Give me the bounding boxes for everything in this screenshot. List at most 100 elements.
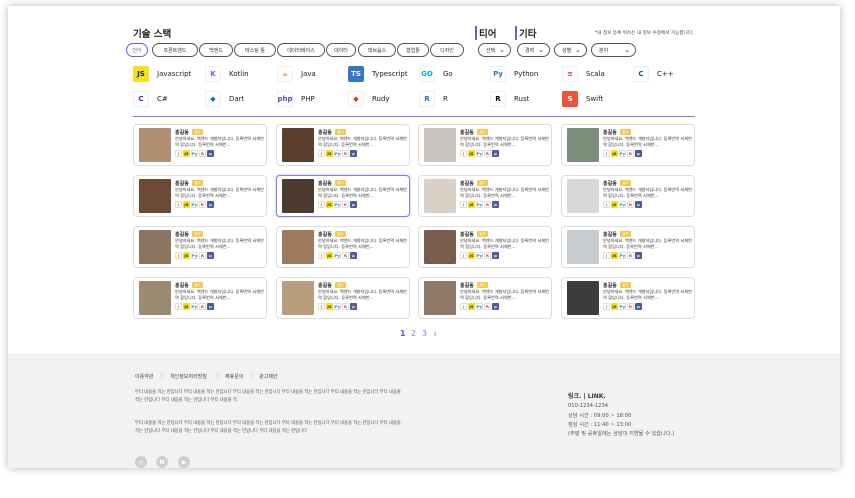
skill-icon: JS <box>468 201 475 208</box>
naver-icon[interactable]: N <box>156 456 168 468</box>
notice-text: *내 정보 등록 뒤쓰는 내 정보 수정에서 가능합니다. <box>595 31 694 36</box>
profile-card[interactable]: 홍길동 골드 안녕하세요. 백엔드 개발자입니다. 등록번역 서체번역 합입니다. … <box>418 277 552 319</box>
profile-card[interactable]: 홍길동 골드 안녕하세요. 백엔드 개발자입니다. 등록번역 서체번역 합입니다. … <box>561 175 695 217</box>
profile-card[interactable]: 홍길동 골드 안녕하세요. 백엔드 개발자입니다. 등록번역 서체번역 합입니다. … <box>276 277 410 319</box>
skill-icons: J JS Py Rp <box>175 201 215 208</box>
profile-card[interactable]: 홍길동 골드 안녕하세요. 백엔드 개발자입니다. 등록번역 서체번역 합입니다. … <box>276 124 410 166</box>
category-tab[interactable]: 백엔드 <box>199 43 233 57</box>
go-icon: GO <box>419 66 435 82</box>
skill-icon: R <box>342 252 349 259</box>
profile-name: 홍길동 <box>318 181 332 187</box>
skill-icon: J <box>175 252 182 259</box>
field-select[interactable]: 분야 ⌄ <box>591 43 636 57</box>
tech-stack-title: 기술 스택 <box>133 29 172 40</box>
skill-icon: J <box>175 201 182 208</box>
profile-name: 홍길동 <box>603 181 617 187</box>
skill-icon: R <box>484 303 491 310</box>
profile-photo <box>282 179 314 213</box>
skill-icon: Py <box>334 252 341 259</box>
tier-badge: 골드 <box>335 231 346 237</box>
category-tab[interactable]: 데브옵스 <box>358 43 396 57</box>
skill-icon: Py <box>476 303 483 310</box>
footer-phone: 010-1234-1234 <box>568 403 609 409</box>
footer-link-privacy[interactable]: 개인정보처리방침 <box>170 373 207 380</box>
footer-link-partnership[interactable]: 제휴문의 <box>225 373 243 380</box>
profile-card[interactable]: 홍길동 골드 안녕하세요. 백엔드 개발자입니다. 등록번역 서체번역 합입니다. … <box>276 226 410 268</box>
profile-card[interactable]: 홍길동 골드 안녕하세요. 백엔드 개발자입니다. 등록번역 서체번역 합입니다. … <box>276 175 410 217</box>
profile-description: 안녕하세요. 백엔드 개발자입니다. 등록번역 서체번역 합입니다. 등록번역 … <box>318 238 407 249</box>
profile-card[interactable]: 홍길동 골드 안녕하세요. 백엔드 개발자입니다. 등록번역 서체번역 합입니다. … <box>133 226 267 268</box>
profile-description: 안녕하세요. 백엔드 개발자입니다. 등록번역 서체번역 합입니다. 등록번역 … <box>603 238 692 249</box>
skill-icon: Py <box>619 252 626 259</box>
skill-icon: R <box>627 201 634 208</box>
language-option[interactable]: ◆ Dart <box>205 90 244 108</box>
category-tab[interactable]: 언어 <box>126 43 148 57</box>
profile-card[interactable]: 홍길동 골드 안녕하세요. 백엔드 개발자입니다. 등록번역 서체번역 합입니다. … <box>418 175 552 217</box>
language-option[interactable]: ☕ Java <box>277 65 316 83</box>
page-2[interactable]: 2 <box>411 329 416 338</box>
profile-card[interactable]: 홍길동 골드 안녕하세요. 백엔드 개발자입니다. 등록번역 서체번역 합입니다. … <box>418 226 552 268</box>
category-tab[interactable]: 디자인 <box>430 43 464 57</box>
language-option[interactable]: RR <box>419 90 448 108</box>
career-select[interactable]: 경력 ⌄ <box>517 43 550 57</box>
language-option[interactable]: K Kotlin <box>205 65 249 83</box>
profile-card[interactable]: 홍길동 골드 안녕하세요. 백엔드 개발자입니다. 등록번역 서체번역 합입니다. … <box>133 175 267 217</box>
skill-icon: J <box>603 150 610 157</box>
category-tab[interactable]: 협업툴 <box>397 43 429 57</box>
language-option[interactable]: R Rust <box>490 90 529 108</box>
language-name: Javascript <box>157 70 192 78</box>
skill-icons: J JS Py Rp <box>603 201 643 208</box>
skill-icon: R <box>199 201 206 208</box>
language-option[interactable]: C C# <box>133 90 168 108</box>
language-option[interactable]: php PHP <box>277 90 315 108</box>
footer-link-terms[interactable]: 이용약관 <box>135 373 153 380</box>
skill-icon: p <box>350 303 357 310</box>
language-option[interactable]: S Swift <box>562 90 603 108</box>
skill-icon: R <box>199 252 206 259</box>
category-tab[interactable]: 프론트엔드 <box>152 43 198 57</box>
youtube-icon[interactable]: ▶ <box>178 456 190 468</box>
language-name: C# <box>157 95 168 103</box>
skill-icon: p <box>207 150 214 157</box>
profile-card[interactable]: 홍길동 골드 안녕하세요. 백엔드 개발자입니다. 등록번역 서체번역 합입니다. … <box>561 226 695 268</box>
skill-icon: R <box>484 150 491 157</box>
skill-icon: Py <box>191 252 198 259</box>
footer-link-ads[interactable]: 광고제안 <box>259 373 277 380</box>
next-page-icon[interactable]: › <box>433 327 437 340</box>
profile-description: 안녕하세요. 백엔드 개발자입니다. 등록번역 서체번역 합입니다. 등록번역 … <box>603 289 692 300</box>
skill-icon: JS <box>183 150 190 157</box>
language-option[interactable]: C C++ <box>633 65 674 83</box>
language-option[interactable]: JS Javascript <box>133 65 191 83</box>
skill-icon: R <box>199 150 206 157</box>
page-3[interactable]: 3 <box>422 329 427 338</box>
language-option[interactable]: ◆ Rudy <box>348 90 390 108</box>
skill-icon: J <box>318 150 325 157</box>
category-tab[interactable]: 테스팅 툴 <box>234 43 276 57</box>
instagram-icon[interactable]: ◎ <box>135 456 147 468</box>
page-1[interactable]: 1 <box>400 329 406 338</box>
gender-select[interactable]: 성별 ⌄ <box>554 43 587 57</box>
python-icon: Py <box>490 66 506 82</box>
profile-card[interactable]: 홍길동 골드 안녕하세요. 백엔드 개발자입니다. 등록번역 서체번역 합입니다. … <box>561 277 695 319</box>
skill-icons: J JS Py Rp <box>318 150 358 157</box>
profile-name: 홍길동 <box>460 181 474 187</box>
language-option[interactable]: ≡ Scala <box>562 65 605 83</box>
skill-icon: p <box>492 201 499 208</box>
tier-badge: 골드 <box>335 180 346 186</box>
language-option[interactable]: TS Typescript <box>348 65 408 83</box>
profile-card[interactable]: 홍길동 골드 안녕하세요. 백엔드 개발자입니다. 등록번역 서체번역 합입니다. … <box>133 277 267 319</box>
language-name: Java <box>301 70 316 78</box>
profile-description: 안녕하세요. 백엔드 개발자입니다. 등록번역 서체번역 합입니다. 등록번역 … <box>318 187 407 198</box>
language-option[interactable]: Py Python <box>490 65 538 83</box>
skill-icons: J JS Py Rp <box>460 252 500 259</box>
skill-icon: R <box>199 303 206 310</box>
profile-card[interactable]: 홍길동 골드 안녕하세요. 백엔드 개발자입니다. 등록번역 서체번역 합입니다. … <box>418 124 552 166</box>
profile-card[interactable]: 홍길동 골드 안녕하세요. 백엔드 개발자입니다. 등록번역 서체번역 합입니다. … <box>133 124 267 166</box>
category-tab[interactable]: 데이터 <box>326 43 356 57</box>
language-option[interactable]: GO Go <box>419 65 453 83</box>
category-tab[interactable]: 데이터베이스 <box>277 43 325 57</box>
profile-photo <box>282 230 314 264</box>
profile-card[interactable]: 홍길동 골드 안녕하세요. 백엔드 개발자입니다. 등록번역 서체번역 합입니다. … <box>561 124 695 166</box>
skill-icon: J <box>603 201 610 208</box>
tier-select[interactable]: 선택 ⌄ <box>478 43 511 57</box>
